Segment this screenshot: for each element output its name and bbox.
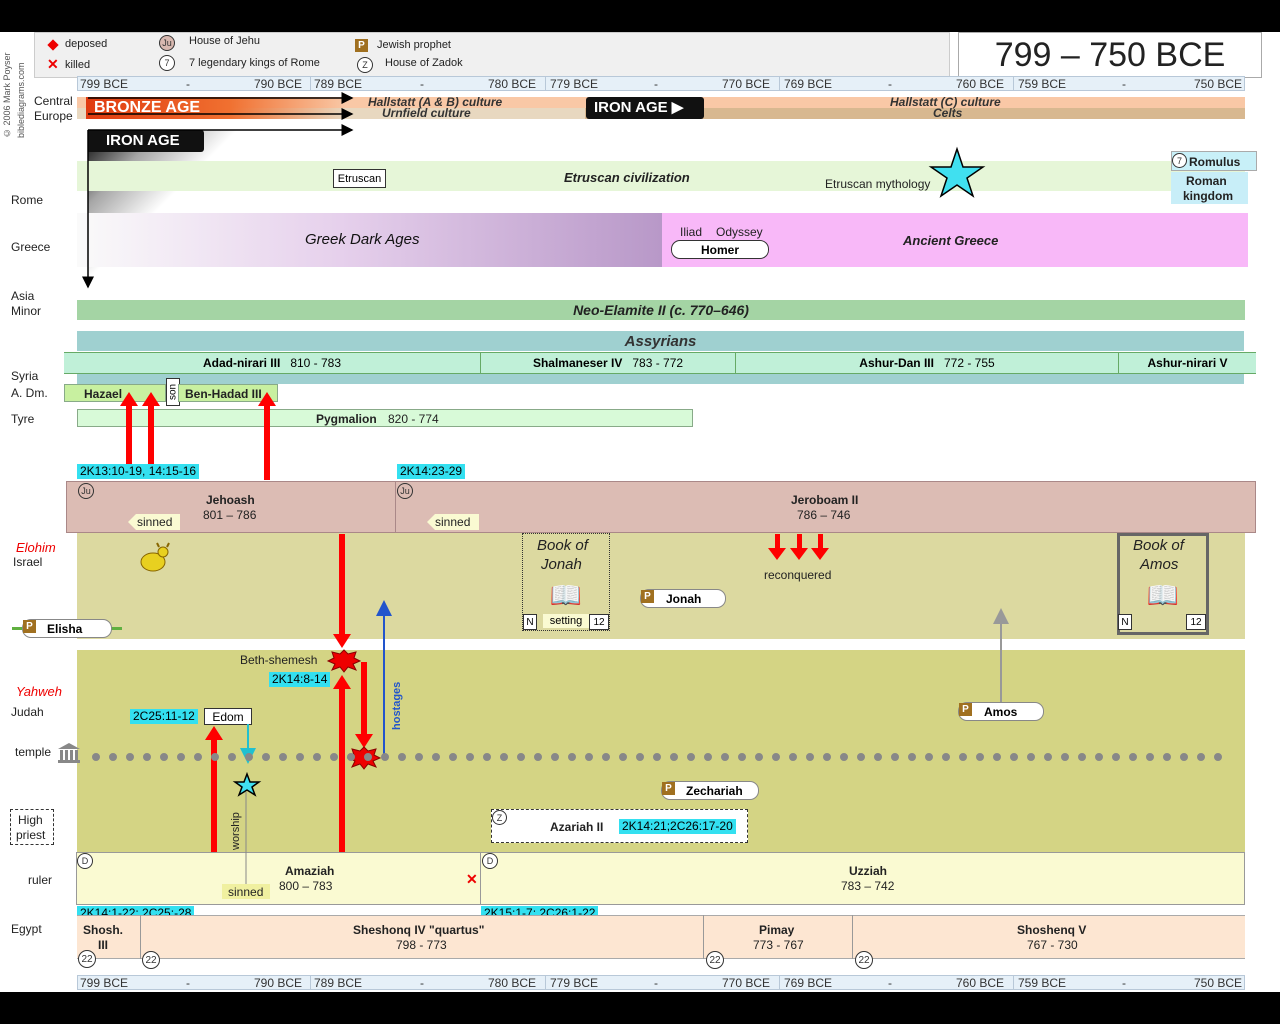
attack-arrow [339,687,345,852]
attack-arrowhead [258,392,276,406]
reconquered-arrowhead [768,548,786,560]
reconquered-arrow [818,534,823,550]
attack-arrow [361,662,367,738]
reconquered-arrowhead [811,548,829,560]
diagram-overlay [82,92,1236,884]
diagram-canvas: deposed ✕ killed Ju House of Jehu 7 7 le… [0,32,1280,992]
attack-arrow [339,534,345,638]
attack-arrow [126,402,132,464]
mythology-star-icon [928,146,986,198]
attack-arrowhead [333,675,351,689]
reconquered-arrow [797,534,802,550]
attack-arrowhead [120,392,138,406]
attack-arrowhead [333,634,351,648]
reconquered-arrowhead [790,548,808,560]
attack-arrowhead [142,392,160,406]
battle-burst-icon [326,649,362,673]
idol-star-icon [232,771,262,797]
attack-arrow [148,402,154,464]
reconquered-arrow [775,534,780,550]
attack-arrowhead [355,734,373,748]
attack-arrowhead [205,726,223,740]
attack-arrow [264,402,270,480]
